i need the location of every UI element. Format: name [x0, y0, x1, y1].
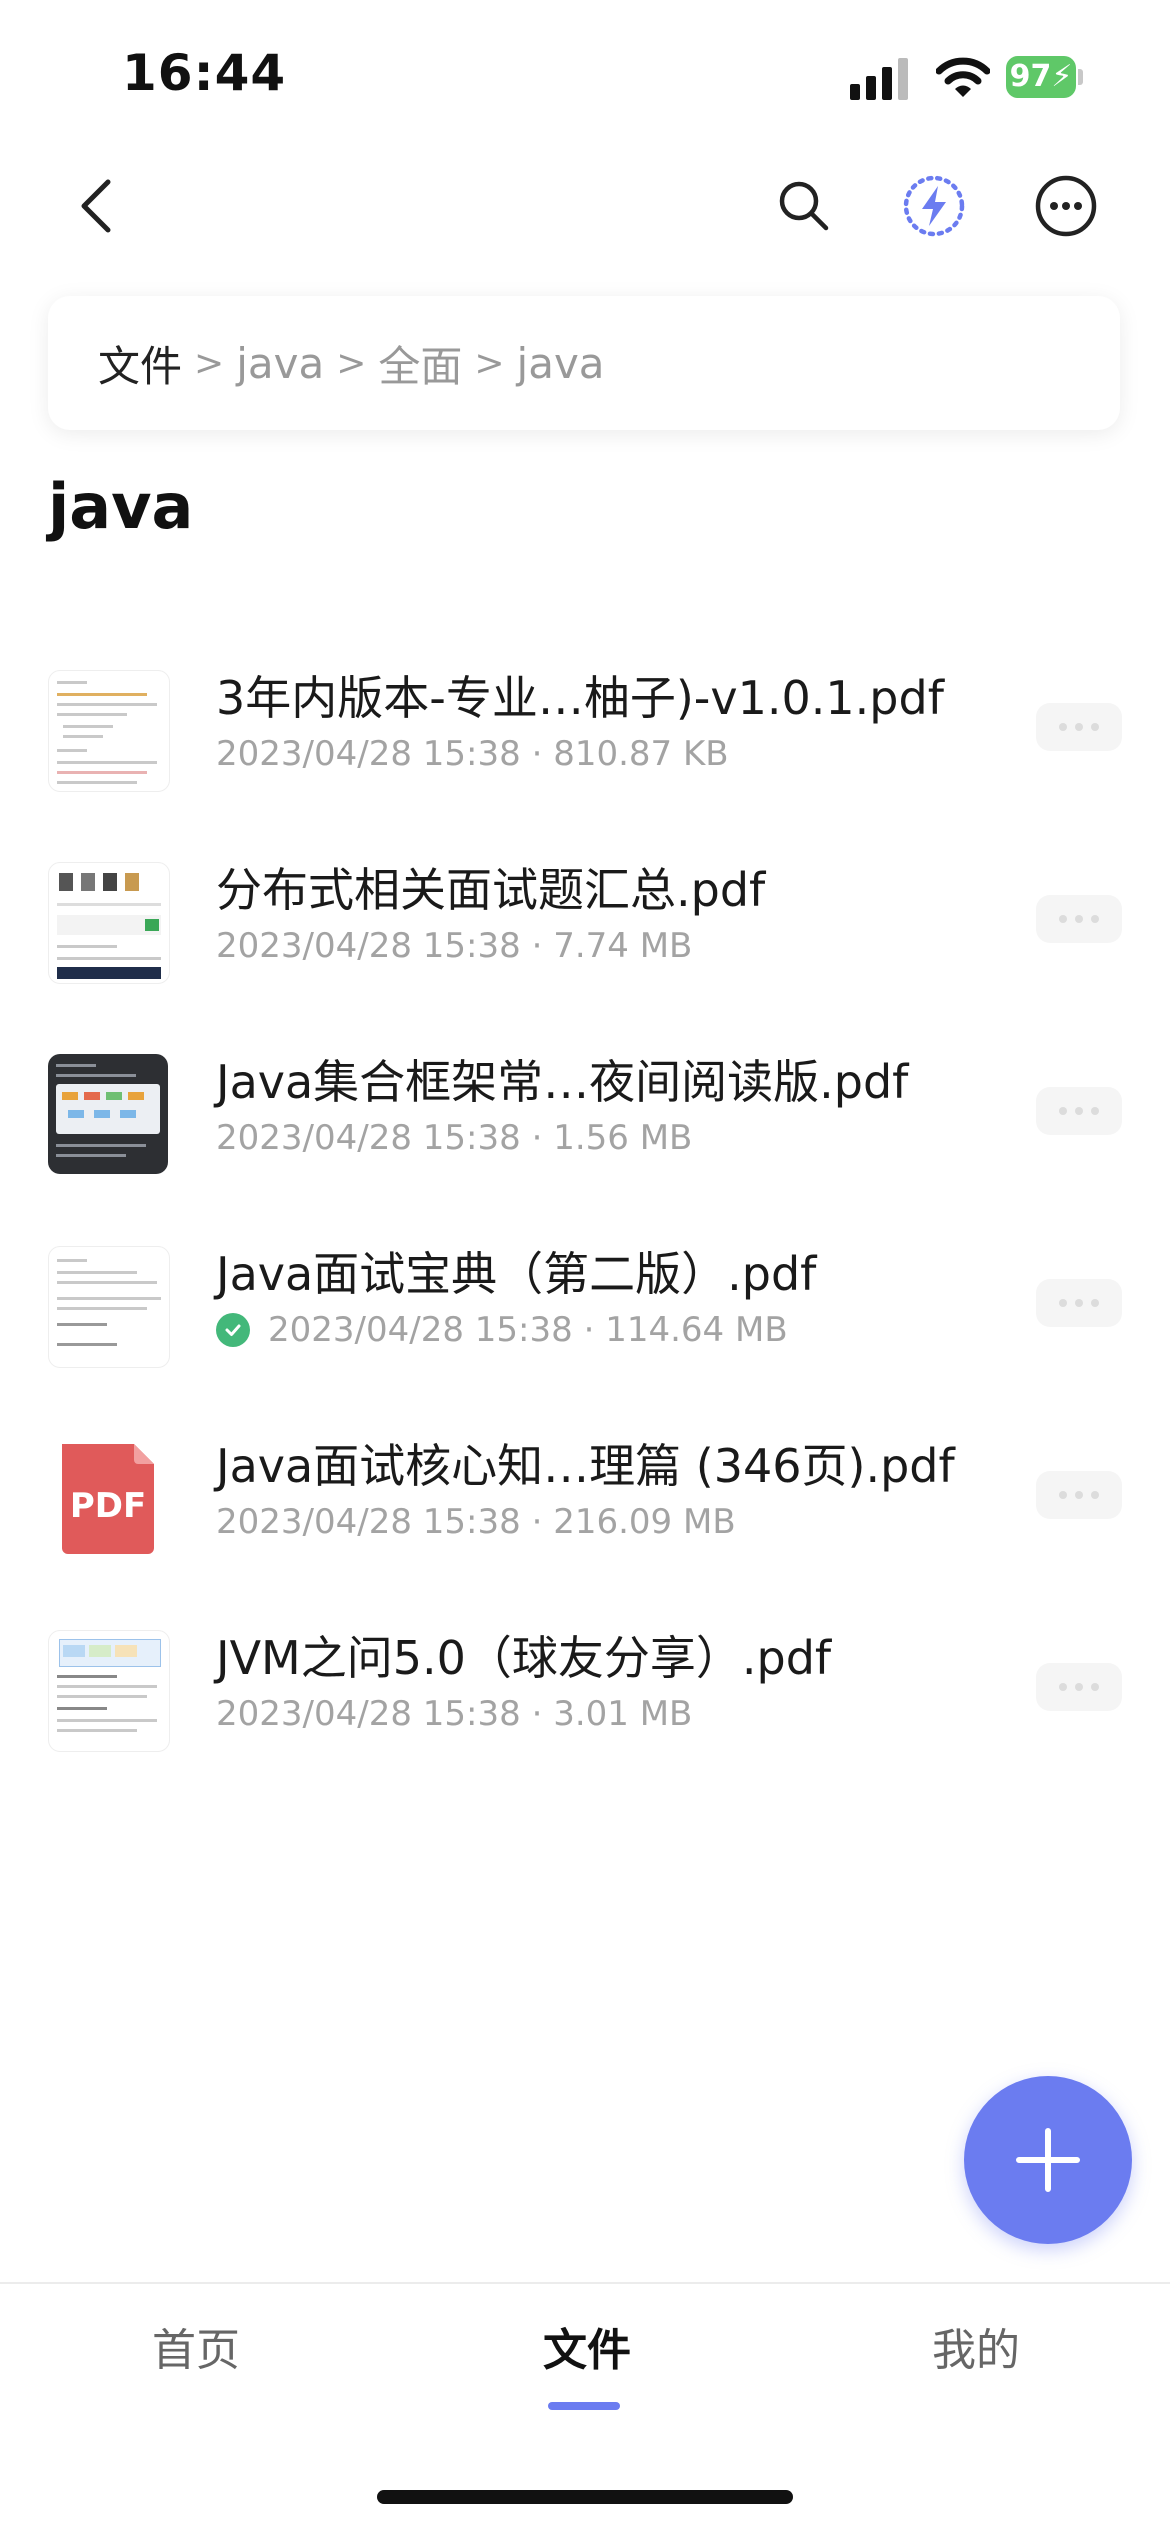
breadcrumb-item[interactable]: 全面	[378, 333, 462, 394]
file-more-button[interactable]	[1036, 1279, 1122, 1327]
synced-check-icon	[216, 1313, 250, 1347]
breadcrumb-item-current: java	[516, 338, 605, 388]
file-name: 分布式相关面试题汇总.pdf	[216, 863, 766, 917]
tab-mine[interactable]: 我的	[932, 2314, 1020, 2378]
file-row[interactable]: Java集合框架常…夜间阅读版.pdf 2023/04/28 15:38 · 1…	[48, 1026, 1122, 1196]
file-size: 810.87 KB	[553, 734, 729, 774]
chevron-left-icon	[81, 179, 111, 233]
file-more-button[interactable]	[1036, 895, 1122, 943]
lightning-icon	[903, 175, 965, 237]
active-tab-indicator	[548, 2402, 620, 2410]
file-more-button[interactable]	[1036, 1663, 1122, 1711]
file-date: 2023/04/28 15:38	[216, 1694, 521, 1734]
search-icon	[779, 181, 829, 231]
cellular-signal-icon	[850, 58, 916, 100]
breadcrumb-item[interactable]: java	[236, 339, 324, 388]
file-thumbnail	[48, 1630, 170, 1752]
tab-files[interactable]: 文件	[543, 2314, 631, 2378]
chevron-right-icon: >	[474, 342, 505, 384]
folder-title: java	[48, 470, 194, 543]
file-name: Java面试核心知…理篇 (346页).pdf	[216, 1439, 955, 1493]
file-row[interactable]: JVM之问5.0（球友分享）.pdf 2023/04/28 15:38 · 3.…	[48, 1602, 1122, 1772]
file-thumbnail	[48, 1246, 170, 1368]
file-size: 7.74 MB	[553, 926, 693, 966]
back-button[interactable]	[56, 166, 136, 246]
file-more-button[interactable]	[1036, 1471, 1122, 1519]
file-thumbnail	[48, 862, 170, 984]
file-more-button[interactable]	[1036, 703, 1122, 751]
breadcrumb: 文件 > java > 全面 > java	[48, 296, 1120, 430]
wifi-icon	[935, 55, 991, 99]
file-meta: 2023/04/28 15:38 · 7.74 MB	[216, 926, 693, 966]
battery-level: 97⚡	[1006, 56, 1076, 98]
battery-icon: 97⚡	[1006, 56, 1083, 100]
file-row[interactable]: 3年内版本-专业…柚子)-v1.0.1.pdf 2023/04/28 15:38…	[48, 642, 1122, 812]
home-indicator[interactable]	[377, 2490, 793, 2504]
file-date: 2023/04/28 15:38	[216, 1502, 521, 1542]
file-size: 114.64 MB	[605, 1310, 788, 1350]
file-name: 3年内版本-专业…柚子)-v1.0.1.pdf	[216, 671, 944, 725]
file-row[interactable]: PDF Java面试核心知…理篇 (346页).pdf 2023/04/28 1…	[48, 1410, 1122, 1580]
file-row[interactable]: 分布式相关面试题汇总.pdf 2023/04/28 15:38 · 7.74 M…	[48, 834, 1122, 1004]
chevron-right-icon: >	[194, 342, 225, 384]
file-meta: 2023/04/28 15:38 · 3.01 MB	[216, 1694, 693, 1734]
file-name: JVM之问5.0（球友分享）.pdf	[216, 1631, 832, 1685]
plus-icon	[1016, 2128, 1080, 2192]
file-meta: 2023/04/28 15:38 · 810.87 KB	[216, 734, 729, 774]
file-size: 3.01 MB	[553, 1694, 693, 1734]
tab-home[interactable]: 首页	[152, 2314, 240, 2378]
file-thumbnail	[48, 1054, 168, 1174]
ellipsis-circle-icon	[1035, 175, 1097, 237]
file-size: 1.56 MB	[553, 1118, 693, 1158]
file-date: 2023/04/28 15:38	[216, 734, 521, 774]
file-meta: 2023/04/28 15:38 · 216.09 MB	[216, 1502, 736, 1542]
chevron-right-icon: >	[336, 342, 367, 384]
file-size: 216.09 MB	[553, 1502, 736, 1542]
file-date: 2023/04/28 15:38	[268, 1310, 573, 1350]
quick-transfer-button[interactable]	[894, 166, 974, 246]
pdf-file-icon: PDF	[48, 1438, 168, 1558]
file-more-button[interactable]	[1036, 1087, 1122, 1135]
file-thumbnail	[48, 670, 170, 792]
more-options-button[interactable]	[1026, 166, 1106, 246]
file-date: 2023/04/28 15:38	[216, 1118, 521, 1158]
search-button[interactable]	[764, 166, 844, 246]
file-date: 2023/04/28 15:38	[216, 926, 521, 966]
breadcrumb-root[interactable]: 文件	[98, 333, 182, 394]
file-name: Java面试宝典（第二版）.pdf	[216, 1247, 817, 1301]
add-button[interactable]	[964, 2076, 1132, 2244]
file-row[interactable]: Java面试宝典（第二版）.pdf 2023/04/28 15:38 · 114…	[48, 1218, 1122, 1388]
file-meta: 2023/04/28 15:38 · 1.56 MB	[216, 1118, 693, 1158]
status-time: 16:44	[122, 44, 287, 102]
file-name: Java集合框架常…夜间阅读版.pdf	[216, 1055, 909, 1109]
file-meta: 2023/04/28 15:38 · 114.64 MB	[216, 1310, 788, 1350]
